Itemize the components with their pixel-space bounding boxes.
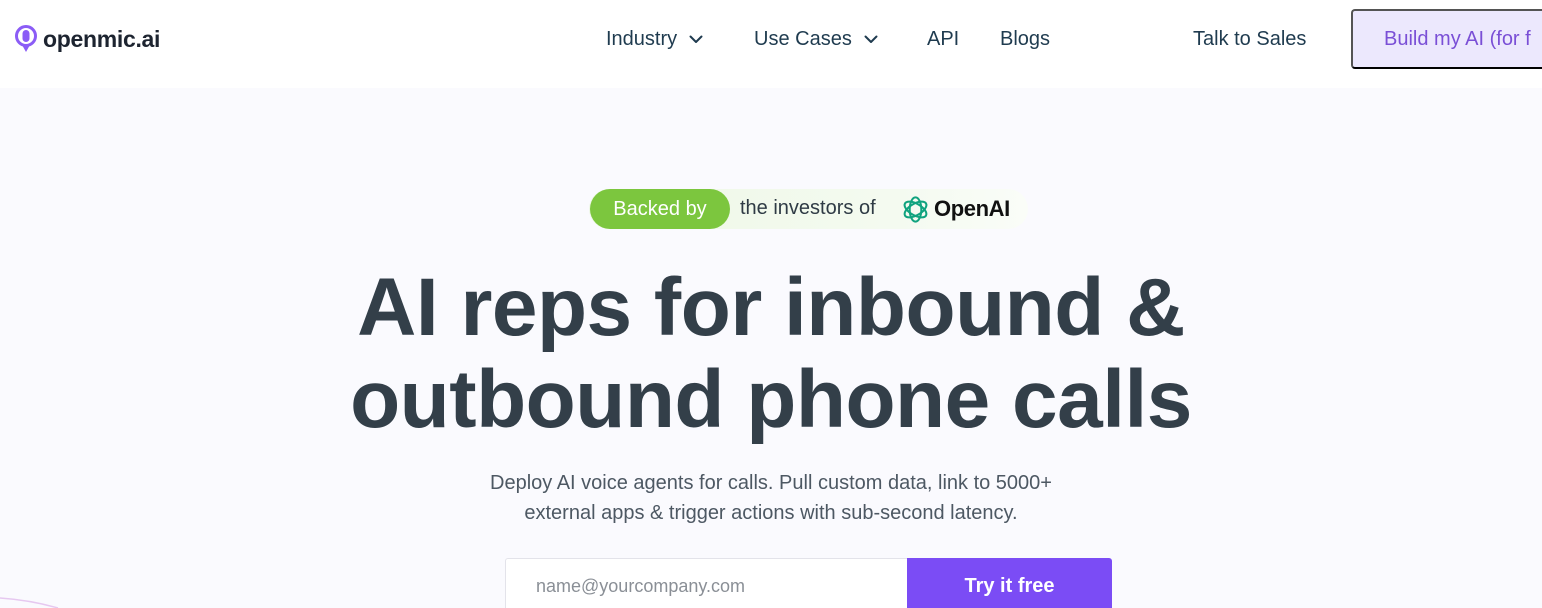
backed-by-pill: Backed by [590, 189, 730, 229]
headline-line-2: outbound phone calls [350, 354, 1192, 445]
nav-use-cases-dropdown[interactable]: Use Cases [754, 26, 878, 52]
logo-link[interactable]: openmic.ai [14, 24, 160, 54]
nav-industry-dropdown[interactable]: Industry [606, 26, 703, 52]
top-navbar: openmic.ai Industry Use Cases API Blogs … [0, 0, 1542, 88]
try-it-free-button[interactable]: Try it free [907, 558, 1112, 608]
hero-subtext: Deploy AI voice agents for calls. Pull c… [0, 468, 1542, 528]
nav-industry-label: Industry [606, 27, 678, 50]
email-input[interactable] [505, 558, 908, 608]
brand-name: openmic.ai [43, 25, 161, 52]
nav-api-link[interactable]: API [927, 26, 959, 52]
microphone-pin-icon [15, 25, 37, 52]
nav-blogs-link[interactable]: Blogs [1000, 26, 1050, 52]
subtext-line-2: external apps & trigger actions with sub… [524, 502, 1018, 524]
talk-to-sales-link[interactable]: Talk to Sales [1193, 26, 1306, 52]
openai-logo-icon [903, 196, 928, 223]
subtext-line-1: Deploy AI voice agents for calls. Pull c… [490, 472, 1052, 494]
hero-headline: AI reps for inbound & outbound phone cal… [0, 262, 1542, 446]
openai-wordmark: OpenAI [934, 196, 1010, 221]
chevron-down-icon [864, 35, 878, 43]
decorative-curve [0, 597, 59, 608]
build-my-ai-button[interactable]: Build my AI (for f [1351, 9, 1542, 69]
badge-investors-text: the investors of [740, 197, 876, 219]
chevron-down-icon [689, 35, 703, 43]
headline-line-1: AI reps for inbound & [357, 262, 1185, 353]
backed-by-badge: Backed by the investors of OpenAI [589, 189, 1028, 229]
nav-use-cases-label: Use Cases [754, 27, 852, 50]
